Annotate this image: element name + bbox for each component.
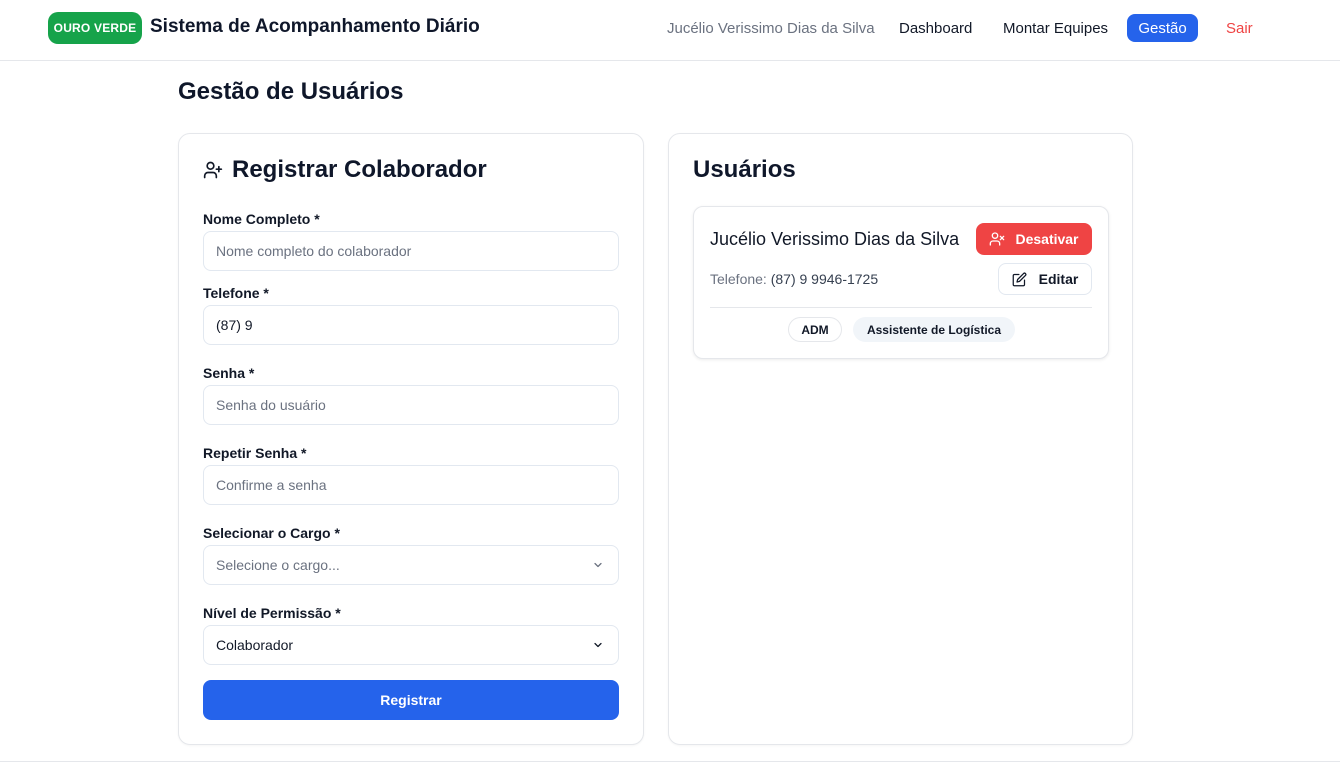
senha-input[interactable] bbox=[203, 385, 619, 425]
nav-montar-equipes-link[interactable]: Montar Equipes bbox=[1003, 14, 1108, 42]
cargo-select-placeholder: Selecione o cargo... bbox=[216, 557, 340, 573]
nav-gestao-link[interactable]: Gestão bbox=[1127, 14, 1198, 42]
edit-label: Editar bbox=[1038, 271, 1079, 287]
user-name: Jucélio Verissimo Dias da Silva bbox=[710, 229, 960, 249]
divider bbox=[710, 307, 1092, 308]
permissao-label: Nível de Permissão * bbox=[203, 605, 341, 621]
users-card: Usuários Jucélio Verissimo Dias da Silva… bbox=[668, 133, 1133, 745]
telefone-input[interactable] bbox=[203, 305, 619, 345]
cargo-label: Selecionar o Cargo * bbox=[203, 525, 340, 541]
register-card-heading: Registrar Colaborador bbox=[203, 156, 487, 184]
user-x-icon bbox=[990, 232, 1005, 246]
deactivate-user-button[interactable]: Desativar bbox=[976, 223, 1092, 255]
phone-value: (87) 9 9946-1725 bbox=[770, 271, 879, 287]
page-title: Gestão de Usuários bbox=[178, 78, 404, 105]
register-collaborator-card: Registrar Colaborador Nome Completo * Te… bbox=[178, 133, 644, 745]
user-phone-row: Telefone: (87) 9 9946-1725 bbox=[710, 271, 878, 287]
cargo-badge: Assistente de Logística bbox=[853, 317, 1015, 342]
page-bottom-divider bbox=[0, 761, 1340, 762]
deactivate-label: Desativar bbox=[1015, 231, 1079, 247]
edit-user-button[interactable]: Editar bbox=[998, 263, 1092, 295]
permissao-select[interactable]: Colaborador bbox=[203, 625, 619, 665]
nome-label: Nome Completo * bbox=[203, 211, 320, 227]
telefone-label: Telefone * bbox=[203, 285, 269, 301]
permission-badge: ADM bbox=[788, 317, 842, 342]
chevron-down-icon bbox=[594, 642, 602, 648]
registrar-button[interactable]: Registrar bbox=[203, 680, 619, 720]
nome-completo-input[interactable] bbox=[203, 231, 619, 271]
repetir-senha-label: Repetir Senha * bbox=[203, 445, 307, 461]
nav-dashboard-link[interactable]: Dashboard bbox=[899, 14, 972, 42]
cargo-select[interactable]: Selecione o cargo... bbox=[203, 545, 619, 585]
register-card-title: Registrar Colaborador bbox=[232, 156, 487, 183]
chevron-down-icon bbox=[594, 562, 602, 568]
user-item: Jucélio Verissimo Dias da Silva Desativa… bbox=[693, 206, 1109, 359]
nav-logout-link[interactable]: Sair bbox=[1226, 14, 1253, 42]
edit-icon bbox=[1012, 272, 1027, 286]
user-plus-icon bbox=[203, 161, 223, 179]
phone-label: Telefone: bbox=[710, 271, 767, 287]
permissao-select-value: Colaborador bbox=[216, 637, 294, 653]
app-title: Sistema de Acompanhamento Diário bbox=[150, 16, 480, 37]
nav-current-user: Jucélio Verissimo Dias da Silva bbox=[667, 19, 875, 37]
top-navbar: OURO VERDE Sistema de Acompanhamento Diá… bbox=[0, 0, 1340, 61]
senha-label: Senha * bbox=[203, 365, 255, 381]
brand-badge: OURO VERDE bbox=[48, 12, 142, 44]
users-card-title: Usuários bbox=[693, 156, 796, 183]
repetir-senha-input[interactable] bbox=[203, 465, 619, 505]
